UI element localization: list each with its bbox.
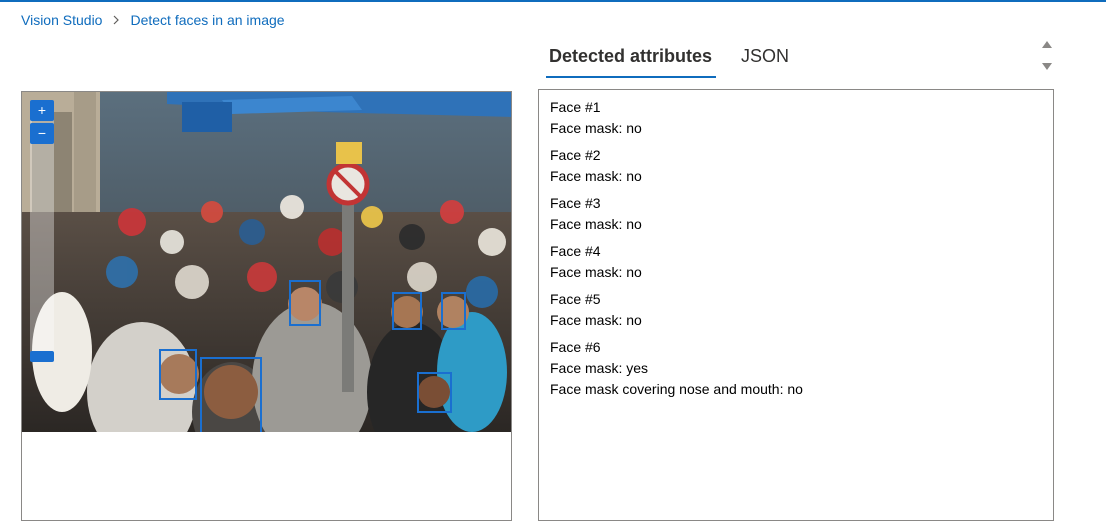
breadcrumb-vision-studio[interactable]: Vision Studio [21, 12, 102, 28]
zoom-slider-handle[interactable] [30, 351, 54, 362]
crowd-photo[interactable]: + − [22, 92, 511, 432]
detected-attributes-panel: Face #1 Face mask: no Face #2 Face mask:… [538, 89, 1054, 521]
zoom-slider[interactable]: + − [30, 100, 54, 362]
face-entry-3: Face #3 Face mask: no [550, 193, 1042, 235]
face-attribute: Face mask: no [550, 264, 642, 280]
breadcrumb-detect-faces[interactable]: Detect faces in an image [130, 12, 284, 28]
result-tabs: Detected attributes JSON [545, 44, 817, 78]
face-title: Face #4 [550, 243, 601, 259]
face-box-4[interactable] [392, 292, 422, 330]
top-accent-bar [0, 0, 1106, 2]
minus-icon[interactable]: − [30, 123, 54, 144]
breadcrumb: Vision Studio Detect faces in an image [21, 12, 285, 28]
face-attribute: Face mask: no [550, 312, 642, 328]
tab-scroll-controls [1040, 39, 1054, 73]
face-box-5[interactable] [441, 292, 466, 330]
scroll-down-icon[interactable] [1042, 63, 1052, 70]
face-entry-2: Face #2 Face mask: no [550, 145, 1042, 187]
plus-icon[interactable]: + [30, 100, 54, 121]
face-title: Face #5 [550, 291, 601, 307]
scroll-up-icon[interactable] [1042, 41, 1052, 48]
face-title: Face #6 [550, 339, 601, 355]
face-attribute: Face mask: no [550, 168, 642, 184]
image-viewer: + − [21, 91, 512, 521]
face-entry-4: Face #4 Face mask: no [550, 241, 1042, 283]
face-attribute: Face mask: yes [550, 360, 649, 376]
face-box-1[interactable] [159, 349, 197, 400]
face-title: Face #3 [550, 195, 601, 211]
face-attribute: Face mask: no [550, 120, 642, 136]
face-entry-5: Face #5 Face mask: no [550, 289, 1042, 331]
face-title: Face #2 [550, 147, 601, 163]
face-box-6[interactable] [417, 372, 452, 413]
face-box-2[interactable] [200, 357, 262, 432]
tab-detected-attributes[interactable]: Detected attributes [545, 44, 717, 78]
chevron-right-icon [112, 15, 120, 25]
face-attribute: Face mask covering nose and mouth: no [550, 381, 803, 397]
face-entry-1: Face #1 Face mask: no [550, 97, 1042, 139]
face-attribute: Face mask: no [550, 216, 642, 232]
face-entry-6: Face #6 Face mask: yes Face mask coverin… [550, 337, 1042, 400]
tab-json[interactable]: JSON [740, 44, 789, 78]
face-box-3[interactable] [289, 280, 321, 326]
face-title: Face #1 [550, 99, 601, 115]
